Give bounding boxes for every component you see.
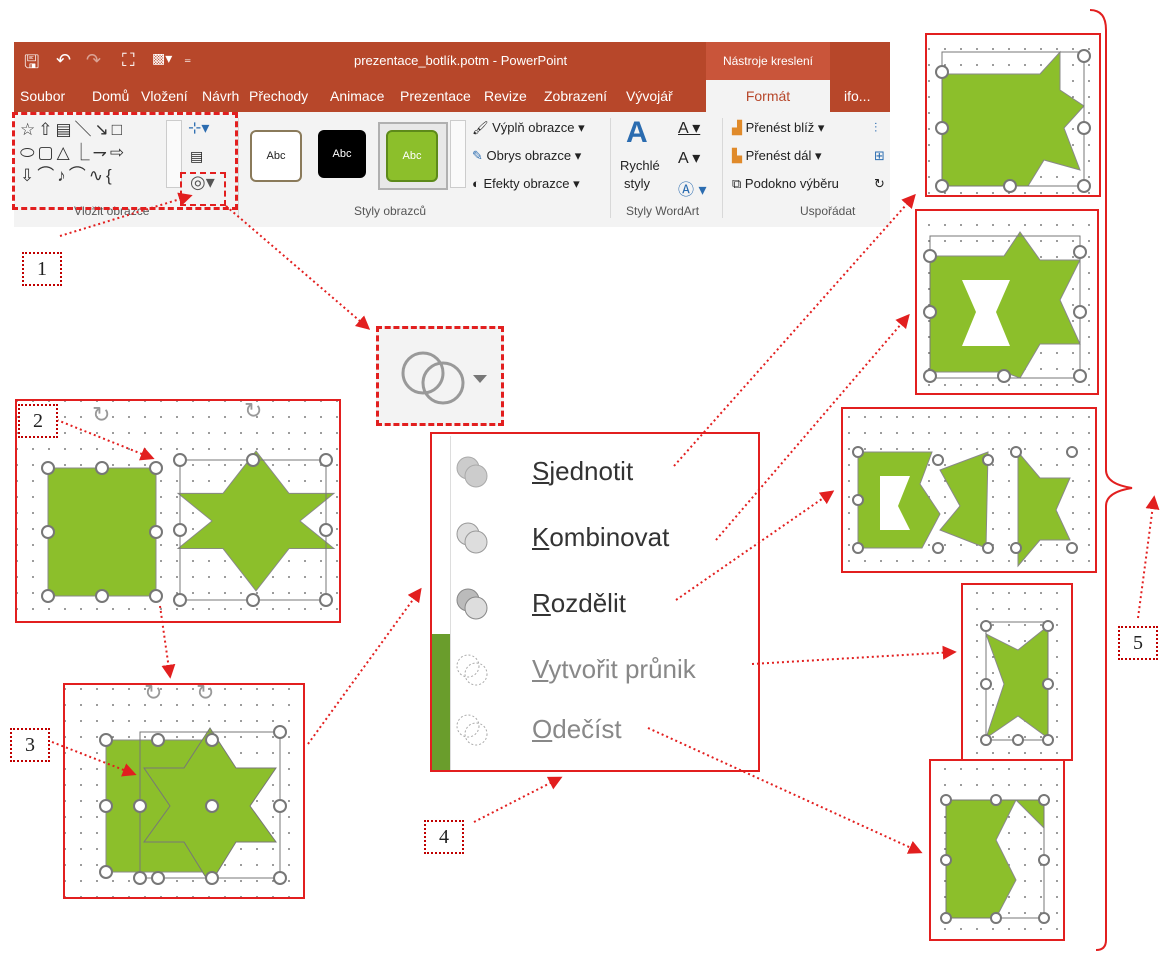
callout-1: 1 — [22, 252, 62, 286]
rotate-handle-icon: ↻ — [144, 680, 162, 705]
callout-5: 5 — [1118, 626, 1158, 660]
result-subtract — [929, 759, 1065, 941]
illustration-layer: ↻ ↻ ↻ ↻ — [15, 9, 1160, 951]
callout-3: 3 — [10, 728, 50, 762]
result-fragment — [841, 407, 1097, 573]
callout-4: 4 — [424, 820, 464, 854]
panel-original-shapes: ↻ ↻ — [15, 398, 341, 623]
rotate-handle-icon: ↻ — [196, 680, 214, 705]
result-union — [925, 33, 1101, 197]
rotate-handle-icon: ↻ — [244, 398, 262, 423]
callout-2: 2 — [18, 404, 58, 438]
panel-overlapping-shapes: ↻ ↻ — [63, 680, 305, 899]
result-combine — [915, 209, 1099, 395]
rotate-handle-icon: ↻ — [92, 402, 110, 427]
result-intersect — [961, 583, 1073, 761]
